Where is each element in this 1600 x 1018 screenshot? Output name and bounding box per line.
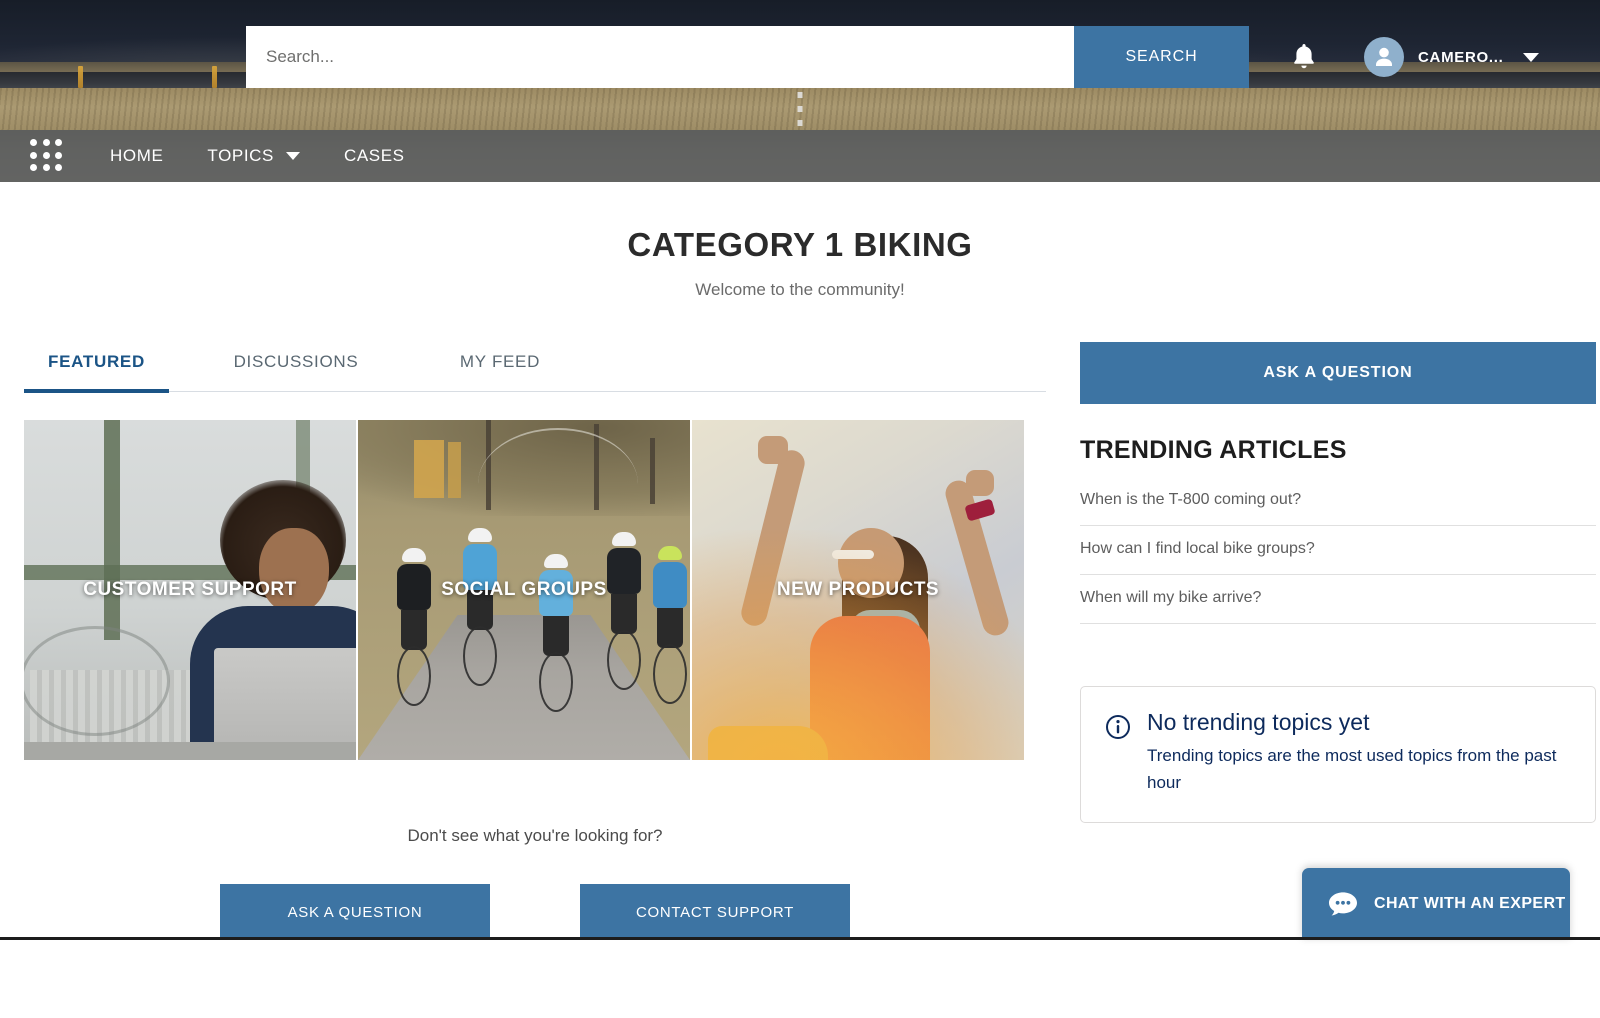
sidebar: ASK A QUESTION TRENDING ARTICLES When is… bbox=[1080, 342, 1596, 940]
card-label: NEW PRODUCTS bbox=[776, 579, 940, 600]
sidebar-ask-a-question-button[interactable]: ASK A QUESTION bbox=[1080, 342, 1596, 404]
app-launcher-waffle-icon[interactable] bbox=[30, 139, 64, 173]
chat-widget-label: CHAT WITH AN EXPERT bbox=[1374, 895, 1566, 912]
featured-card-new-products[interactable]: NEW PRODUCTS bbox=[692, 420, 1024, 760]
no-trending-topics-panel: No trending topics yet Trending topics a… bbox=[1080, 686, 1596, 824]
footer-actions: ASK A QUESTION CONTACT SUPPORT bbox=[24, 884, 1046, 940]
main-navigation: HOME TOPICS CASES bbox=[0, 130, 1600, 182]
nav-item-label: CASES bbox=[343, 146, 405, 165]
tab-discussions[interactable]: DISCUSSIONS bbox=[201, 342, 391, 393]
ask-a-question-button[interactable]: ASK A QUESTION bbox=[220, 884, 490, 940]
chat-bubble-icon bbox=[1328, 891, 1358, 917]
list-item[interactable]: When is the T-800 coming out? bbox=[1080, 479, 1596, 526]
search-bar: SEARCH bbox=[246, 26, 1249, 88]
tab-featured[interactable]: FEATURED bbox=[24, 342, 169, 393]
content-columns: FEATURED DISCUSSIONS MY FEED CUSTOMER SU… bbox=[0, 342, 1600, 940]
nav-item-home[interactable]: HOME bbox=[110, 146, 163, 166]
top-bar: SEARCH CAMERO... bbox=[0, 0, 1600, 114]
tab-bar: FEATURED DISCUSSIONS MY FEED bbox=[24, 342, 1046, 393]
panel-description: Trending topics are the most used topics… bbox=[1147, 746, 1557, 792]
page-bottom-rule bbox=[0, 937, 1600, 940]
avatar[interactable] bbox=[1364, 37, 1404, 77]
nav-item-label: TOPICS bbox=[207, 146, 274, 165]
no-trending-topics-text: No trending topics yet Trending topics a… bbox=[1147, 709, 1571, 796]
chat-with-an-expert-widget[interactable]: CHAT WITH AN EXPERT bbox=[1302, 868, 1570, 940]
page-title: CATEGORY 1 BIKING bbox=[627, 226, 973, 263]
tab-label: FEATURED bbox=[48, 352, 145, 371]
tab-label: MY FEED bbox=[459, 352, 541, 371]
trending-articles-heading: TRENDING ARTICLES bbox=[1080, 436, 1347, 464]
nav-item-label: HOME bbox=[110, 146, 164, 165]
hero-banner: SEARCH CAMERO... HOME TOPICS bbox=[0, 0, 1600, 182]
trending-articles-list: When is the T-800 coming out? How can I … bbox=[1080, 479, 1596, 624]
list-item[interactable]: When will my bike arrive? bbox=[1080, 575, 1596, 624]
nav-item-topics[interactable]: TOPICS bbox=[207, 146, 300, 166]
tab-my-feed[interactable]: MY FEED bbox=[425, 342, 575, 393]
user-name-label[interactable]: CAMERO... bbox=[1418, 49, 1503, 66]
featured-card-social-groups[interactable]: SOCIAL GROUPS bbox=[358, 420, 690, 760]
footer-note: Don't see what you're looking for? bbox=[407, 826, 663, 845]
bell-icon[interactable] bbox=[1291, 42, 1317, 72]
nav-item-cases[interactable]: CASES bbox=[344, 146, 405, 166]
featured-card-customer-support[interactable]: CUSTOMER SUPPORT bbox=[24, 420, 356, 760]
chevron-down-icon bbox=[285, 152, 300, 160]
search-input[interactable] bbox=[246, 26, 1074, 88]
tab-label: DISCUSSIONS bbox=[233, 352, 359, 371]
featured-cards: CUSTOMER SUPPORT SOCIAL GROUPS NEW PRODU… bbox=[24, 420, 1046, 760]
page-body: CATEGORY 1 BIKING Welcome to the communi… bbox=[0, 226, 1600, 940]
card-label: CUSTOMER SUPPORT bbox=[83, 579, 297, 600]
search-button[interactable]: SEARCH bbox=[1074, 26, 1249, 88]
card-label: SOCIAL GROUPS bbox=[441, 579, 607, 600]
panel-title: No trending topics yet bbox=[1147, 709, 1370, 735]
contact-support-button[interactable]: CONTACT SUPPORT bbox=[580, 884, 850, 940]
chevron-down-icon[interactable] bbox=[1523, 52, 1540, 62]
info-circle-icon bbox=[1105, 714, 1131, 796]
list-item[interactable]: How can I find local bike groups? bbox=[1080, 526, 1596, 575]
main-column: FEATURED DISCUSSIONS MY FEED CUSTOMER SU… bbox=[24, 342, 1046, 940]
page-subtitle: Welcome to the community! bbox=[695, 280, 905, 299]
